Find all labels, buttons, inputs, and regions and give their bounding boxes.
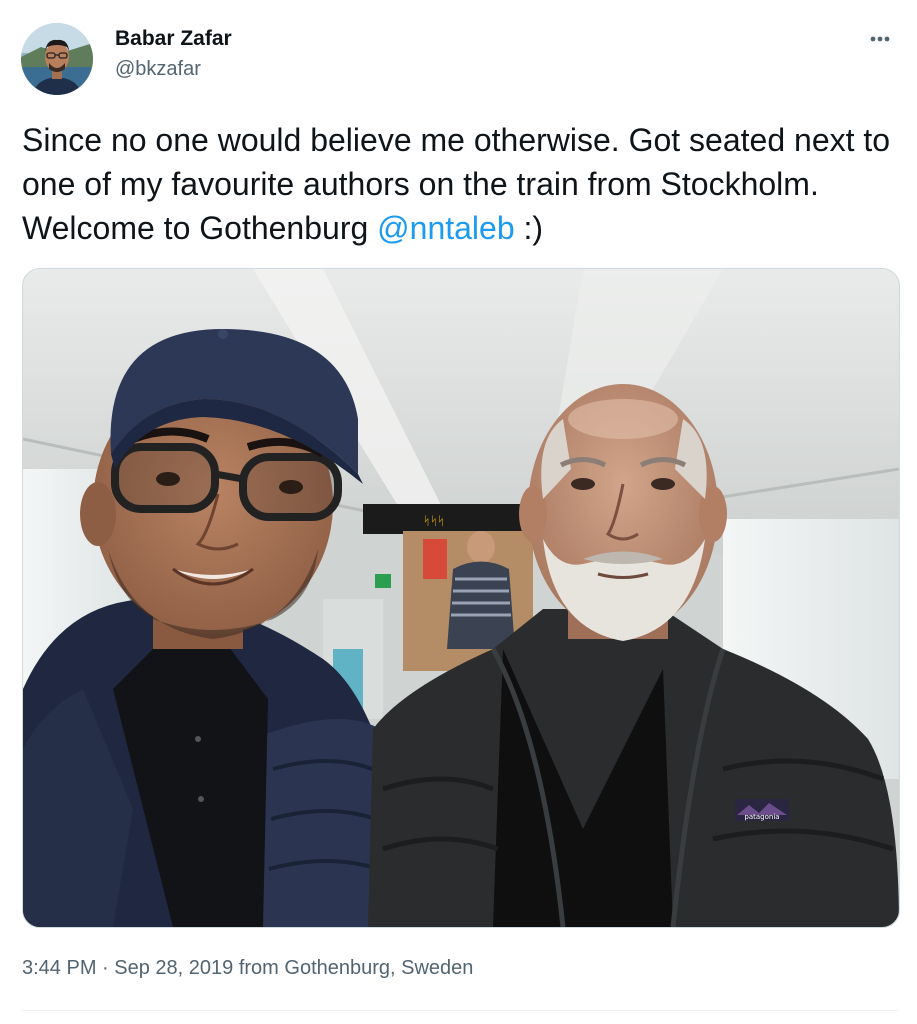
tweet-meta: 3:44 PM · Sep 28, 2019 from Gothenburg, …: [22, 957, 473, 980]
tweet-text: Since no one would believe me otherwise.…: [22, 118, 892, 250]
tweet-date[interactable]: Sep 28, 2019: [114, 957, 233, 979]
avatar[interactable]: [21, 23, 93, 95]
tweet-photo[interactable]: ᛋᛋᛋ patagonia: [22, 268, 900, 928]
divider: [22, 1010, 898, 1011]
train-sign-text: ᛋᛋᛋ: [423, 514, 445, 528]
tweet-text-end: :): [514, 210, 544, 246]
mention-link[interactable]: @nntaleb: [377, 210, 514, 246]
user-handle[interactable]: @bkzafar: [115, 58, 201, 81]
user-name[interactable]: Babar Zafar: [115, 27, 232, 51]
more-dots-icon[interactable]: [864, 24, 896, 52]
tweet-location[interactable]: Gothenburg, Sweden: [284, 957, 473, 979]
meta-separator: ·: [96, 957, 115, 979]
tweet-card: Babar Zafar @bkzafar Since no one would …: [0, 0, 917, 1024]
meta-from: from: [233, 957, 285, 979]
tweet-time[interactable]: 3:44 PM: [22, 957, 96, 979]
jacket-logo-text: patagonia: [744, 813, 779, 821]
